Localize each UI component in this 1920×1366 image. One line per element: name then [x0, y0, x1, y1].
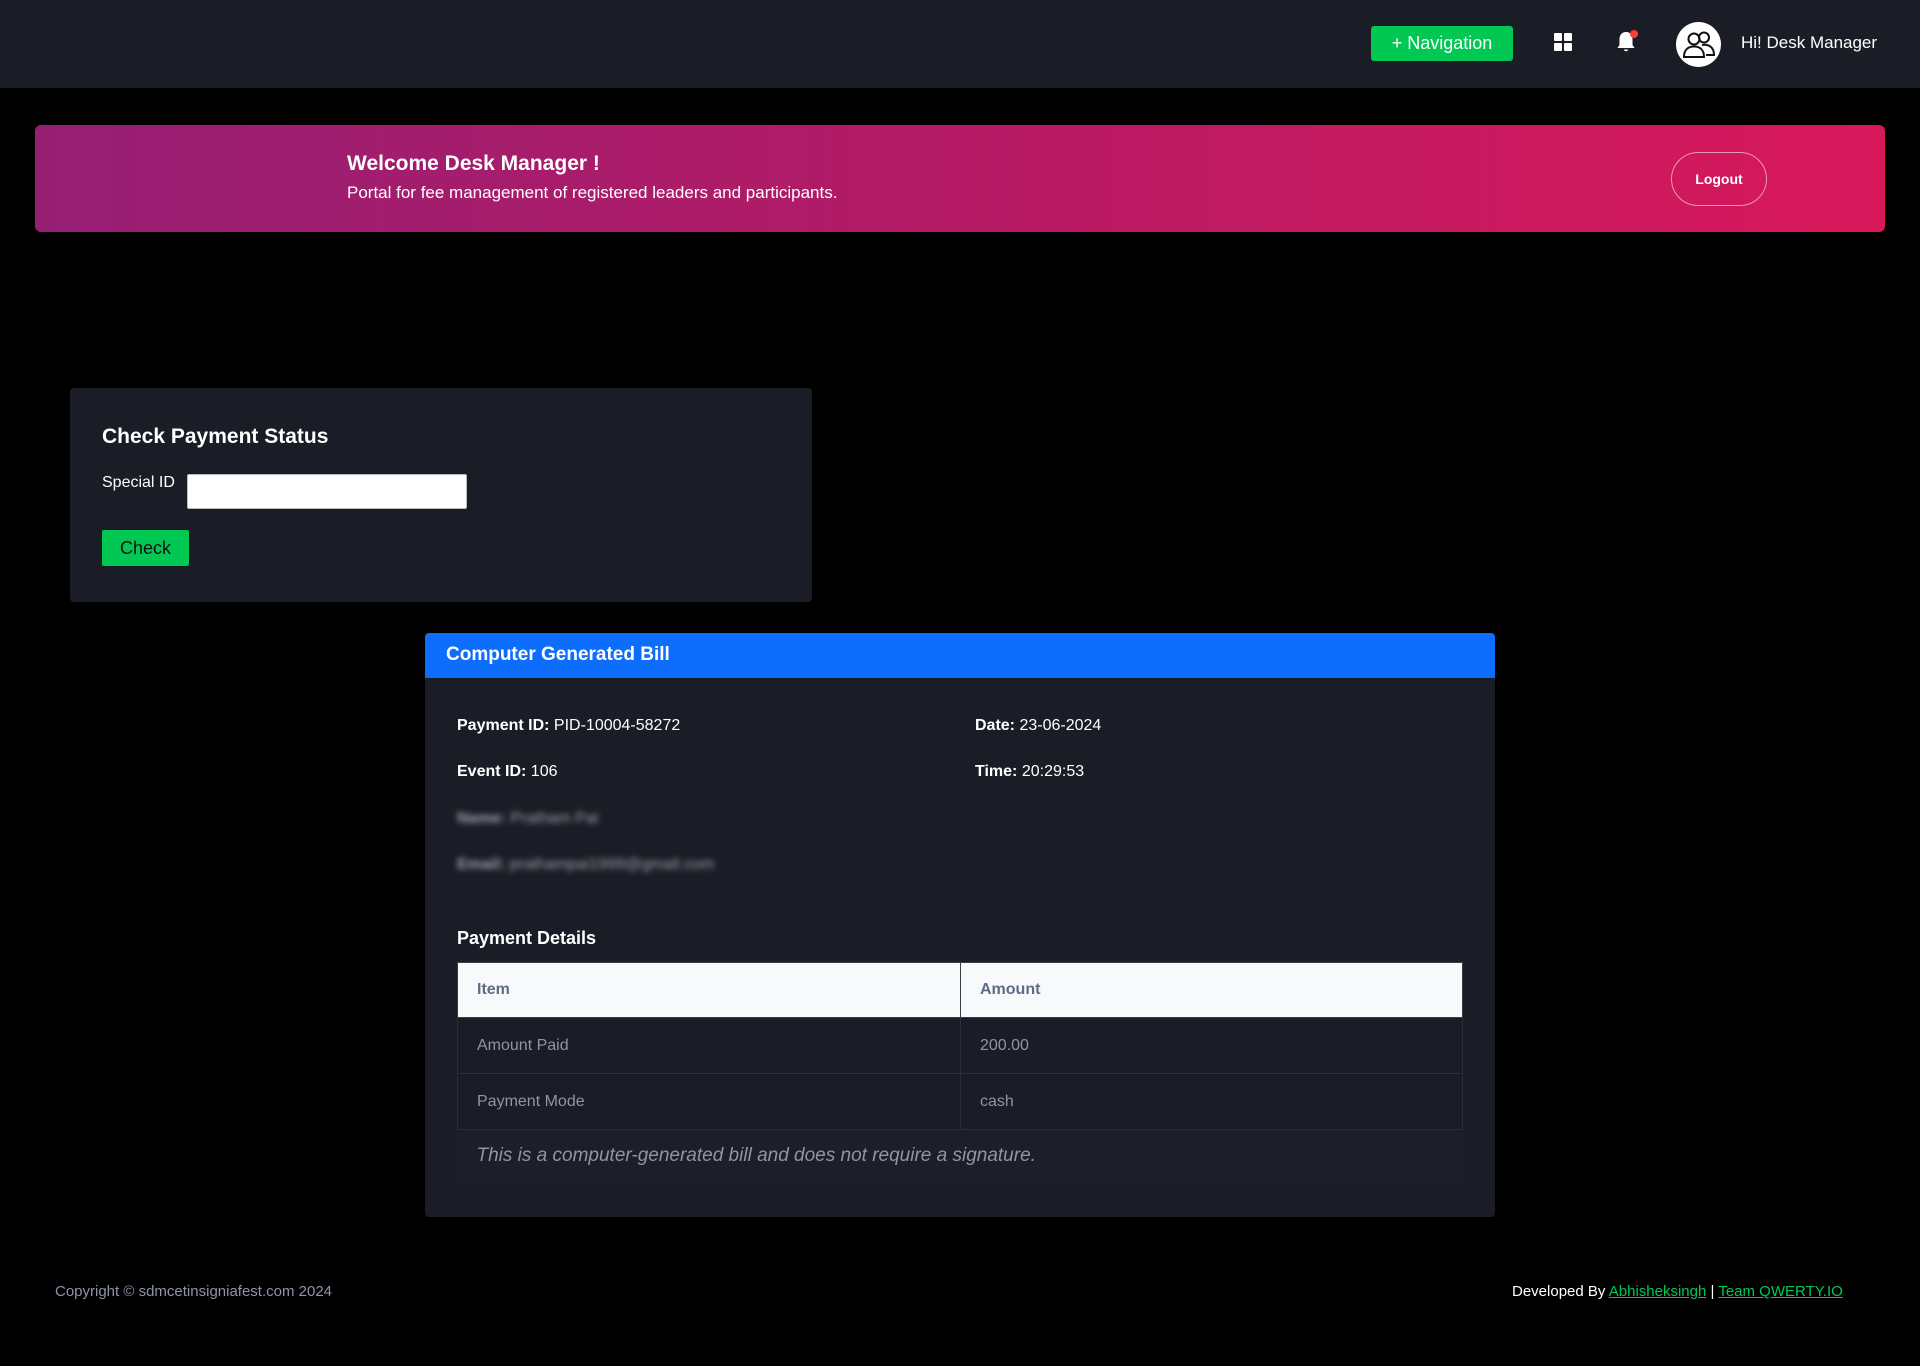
table-note-row: This is a computer-generated bill and do… — [457, 1129, 1463, 1183]
time-value: 20:29:53 — [1021, 763, 1085, 780]
bill-header: Computer Generated Bill — [425, 633, 1495, 678]
table-cell: Payment Mode — [457, 1073, 961, 1130]
time-label: Time: — [975, 763, 1018, 780]
payment-details-title: Payment Details — [457, 928, 597, 948]
grid-icon[interactable] — [1554, 33, 1572, 51]
event-id-label: Event ID: — [457, 763, 527, 780]
payment-id-info: Payment ID: PID-10004-58272 — [457, 717, 680, 735]
bill-card: Computer Generated Bill Payment ID: PID-… — [425, 633, 1495, 1217]
developer-credit: Developed By Abhisheksingh | Team QWERTY… — [1512, 1283, 1843, 1300]
footer-separator: | — [1710, 1283, 1715, 1300]
logout-button[interactable]: Logout — [1671, 152, 1767, 206]
signature-note: This is a computer-generated bill and do… — [457, 1129, 1463, 1183]
special-id-input[interactable] — [187, 474, 467, 509]
banner-title: Welcome Desk Manager ! — [347, 152, 600, 175]
event-id-info: Event ID: 106 — [457, 763, 558, 781]
table-row: Amount Paid 200.00 — [457, 1017, 1463, 1074]
table-cell: cash — [960, 1073, 1463, 1130]
table-cell: Amount Paid — [457, 1017, 961, 1074]
users-icon — [1682, 31, 1715, 58]
table-row: Payment Mode cash — [457, 1073, 1463, 1130]
name-label: Name: — [457, 810, 506, 827]
email-label: Email: — [457, 856, 506, 873]
name-value: Pratham Pai — [510, 810, 599, 827]
name-info: Name: Pratham Pai — [457, 810, 598, 828]
team-link[interactable]: Team QWERTY.IO — [1718, 1283, 1842, 1300]
table-header-row: Item Amount — [457, 962, 1463, 1018]
payment-id-value: PID-10004-58272 — [553, 717, 681, 734]
email-info: Email: prathampai1999@gmail.com — [457, 856, 714, 874]
banner-subtitle: Portal for fee management of registered … — [347, 183, 838, 202]
user-greeting: Hi! Desk Manager — [1741, 33, 1878, 52]
column-header-amount: Amount — [960, 962, 1463, 1018]
top-bar: + Navigation Hi! Desk Manager — [0, 0, 1920, 88]
special-id-label: Special ID — [102, 474, 175, 491]
event-id-value: 106 — [530, 763, 558, 780]
bill-title: Computer Generated Bill — [446, 644, 670, 665]
check-payment-title: Check Payment Status — [102, 425, 329, 448]
author-link[interactable]: Abhisheksingh — [1609, 1283, 1707, 1300]
developed-by-text: Developed By — [1512, 1283, 1606, 1300]
date-info: Date: 23-06-2024 — [975, 717, 1101, 735]
date-value: 23-06-2024 — [1019, 717, 1102, 734]
column-header-item: Item — [457, 962, 961, 1018]
avatar[interactable] — [1676, 22, 1721, 67]
payment-id-label: Payment ID: — [457, 717, 550, 734]
table-cell: 200.00 — [960, 1017, 1463, 1074]
welcome-banner: Welcome Desk Manager ! Portal for fee ma… — [35, 125, 1885, 232]
time-info: Time: 20:29:53 — [975, 763, 1084, 781]
check-payment-card: Check Payment Status Special ID Check — [70, 388, 812, 602]
check-button[interactable]: Check — [102, 530, 189, 566]
navigation-button[interactable]: + Navigation — [1371, 26, 1513, 61]
date-label: Date: — [975, 717, 1016, 734]
notification-dot — [1630, 30, 1638, 38]
email-value: prathampai1999@gmail.com — [509, 856, 715, 873]
payment-details-table: Item Amount Amount Paid 200.00 Payment M… — [457, 962, 1463, 1183]
copyright-text: Copyright © sdmcetinsigniafest.com 2024 — [55, 1283, 333, 1300]
